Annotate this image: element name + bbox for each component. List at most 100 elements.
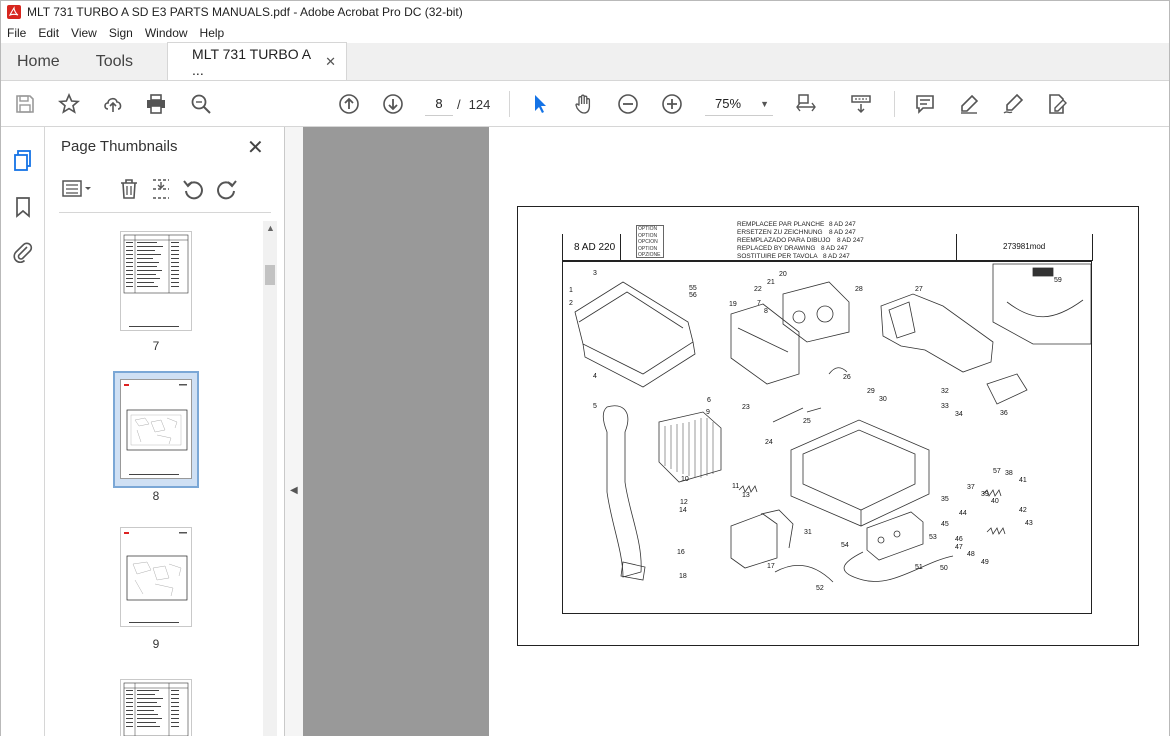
- hand-tool-icon[interactable]: [572, 92, 596, 116]
- close-panel-icon[interactable]: ✕: [247, 135, 264, 160]
- thumbnail-options-icon[interactable]: [61, 177, 91, 201]
- part-code: 8 AD 220: [574, 242, 616, 253]
- thumbnail-page-selected[interactable]: [120, 379, 192, 479]
- option-line: OPZIONE: [638, 252, 661, 258]
- tab-document[interactable]: MLT 731 TURBO A ... ✕: [167, 42, 348, 80]
- document-view[interactable]: 8 AD 220 OPTION OPTION OPCION OPTION OPZ…: [303, 127, 1169, 736]
- callout-label: 18: [679, 573, 687, 580]
- fit-page-icon[interactable]: [794, 92, 818, 116]
- replacement-text: SOSTITUIRE PER TAVOLA: [737, 253, 818, 260]
- rotate-clockwise-icon[interactable]: [215, 177, 239, 201]
- callout-label: 55: [689, 285, 697, 292]
- attachments-icon[interactable]: [11, 240, 35, 264]
- callout-label: 47: [955, 544, 963, 551]
- callout-label: 2: [569, 300, 573, 307]
- bookmarks-icon[interactable]: [11, 195, 35, 219]
- replacement-code: 8 AD 247: [837, 237, 864, 244]
- callout-label: 7: [757, 300, 761, 307]
- header-divider: [620, 234, 621, 261]
- replacement-code: 8 AD 247: [829, 229, 856, 236]
- thumbnail-page[interactable]: [120, 527, 192, 627]
- zoom-search-icon[interactable]: [189, 92, 213, 116]
- bookmark-star-icon[interactable]: [57, 92, 81, 116]
- acrobat-logo-icon: [7, 5, 21, 19]
- tab-home[interactable]: Home: [1, 43, 76, 80]
- callout-label: 33: [941, 403, 949, 410]
- exploded-parts-diagram: [574, 263, 1091, 583]
- scrollbar-thumb[interactable]: [265, 265, 275, 285]
- thumbnail-content-icon: [124, 384, 188, 475]
- callout-label: 20: [779, 271, 787, 278]
- callout-label: 16: [677, 549, 685, 556]
- callout-label: 19: [729, 301, 737, 308]
- menu-bar: File Edit View Sign Window Help: [1, 23, 236, 43]
- upload-cloud-icon[interactable]: [101, 92, 125, 116]
- scrolling-mode-icon[interactable]: [849, 92, 873, 116]
- sign-pen-icon[interactable]: [1001, 92, 1025, 116]
- callout-label: 17: [767, 563, 775, 570]
- menu-help[interactable]: Help: [200, 26, 225, 40]
- replacement-code: 8 AD 247: [821, 245, 848, 252]
- tab-bar: Home Tools MLT 731 TURBO A ... ✕: [1, 42, 1169, 81]
- replacement-text: REMPLACEE PAR PLANCHE: [737, 221, 825, 228]
- collapse-panel-strip[interactable]: ◀: [285, 127, 303, 736]
- print-icon[interactable]: [144, 92, 168, 116]
- previous-page-icon[interactable]: [337, 92, 361, 116]
- page-thumbnails-icon[interactable]: [11, 149, 35, 173]
- replacement-text: REPLACED BY DRAWING: [737, 245, 816, 252]
- title-bar: MLT 731 TURBO A SD E3 PARTS MANUALS.pdf …: [1, 1, 1169, 23]
- page-number-input[interactable]: 8: [425, 92, 453, 116]
- panel-title: Page Thumbnails: [61, 138, 178, 155]
- save-icon[interactable]: [13, 92, 37, 116]
- callout-label: 10: [681, 476, 689, 483]
- replacement-line: REPLACED BY DRAWING 8 AD 247: [737, 245, 864, 253]
- collapse-left-icon[interactable]: ◀: [290, 485, 298, 496]
- rotate-counterclockwise-icon[interactable]: [181, 177, 205, 201]
- zoom-level-select[interactable]: 75% ▼: [705, 92, 773, 116]
- extract-page-icon[interactable]: [149, 177, 173, 201]
- replacement-line: ERSETZEN ZU ZEICHNUNG 8 AD 247: [737, 229, 864, 237]
- acrobat-window: MLT 731 TURBO A SD E3 PARTS MANUALS.pdf …: [0, 0, 1170, 736]
- callout-label: 49: [981, 559, 989, 566]
- comment-icon[interactable]: [913, 92, 937, 116]
- highlight-pen-icon[interactable]: [957, 92, 981, 116]
- drawing-reference: 273981mod: [1003, 242, 1046, 251]
- callout-label: 26: [843, 374, 851, 381]
- replacement-notes: REMPLACEE PAR PLANCHE 8 AD 247 ERSETZEN Z…: [737, 221, 864, 261]
- replacement-code: 8 AD 247: [823, 253, 850, 260]
- callout-label: 28: [855, 286, 863, 293]
- callout-label: 24: [765, 439, 773, 446]
- callout-label: 38: [1005, 470, 1013, 477]
- thumbnail-scrollbar[interactable]: ▲: [263, 221, 277, 736]
- callout-label: 57: [993, 468, 1001, 475]
- menu-edit[interactable]: Edit: [38, 26, 59, 40]
- tab-tools[interactable]: Tools: [76, 43, 149, 80]
- delete-page-icon[interactable]: [117, 177, 141, 201]
- window-title: MLT 731 TURBO A SD E3 PARTS MANUALS.pdf …: [27, 5, 463, 19]
- callout-label: 11: [732, 483, 740, 490]
- next-page-icon[interactable]: [381, 92, 405, 116]
- zoom-out-icon[interactable]: [616, 92, 640, 116]
- callout-label: 42: [1019, 507, 1027, 514]
- zoom-in-icon[interactable]: [660, 92, 684, 116]
- fill-sign-icon[interactable]: [1045, 92, 1069, 116]
- callout-label: 12: [680, 499, 688, 506]
- scroll-up-icon[interactable]: ▲: [266, 223, 275, 233]
- callout-label: 52: [816, 585, 824, 592]
- page-total-count: 124: [468, 96, 491, 112]
- menu-window[interactable]: Window: [145, 26, 188, 40]
- callout-label: 46: [955, 536, 963, 543]
- callout-label: 39: [981, 491, 989, 498]
- menu-sign[interactable]: Sign: [109, 26, 133, 40]
- thumbnail-page[interactable]: [120, 679, 192, 736]
- menu-view[interactable]: View: [71, 26, 97, 40]
- menu-file[interactable]: File: [7, 26, 26, 40]
- tab-close-icon[interactable]: ✕: [325, 54, 336, 70]
- callout-label: 59: [1054, 277, 1062, 284]
- select-cursor-icon[interactable]: [528, 92, 552, 116]
- thumbnail-label: 9: [152, 637, 160, 651]
- callout-label: 43: [1025, 520, 1033, 527]
- replacement-text: ERSETZEN ZU ZEICHNUNG: [737, 229, 823, 236]
- option-box: OPTION OPTION OPCION OPTION OPZIONE: [636, 225, 664, 258]
- thumbnail-page[interactable]: [120, 231, 192, 331]
